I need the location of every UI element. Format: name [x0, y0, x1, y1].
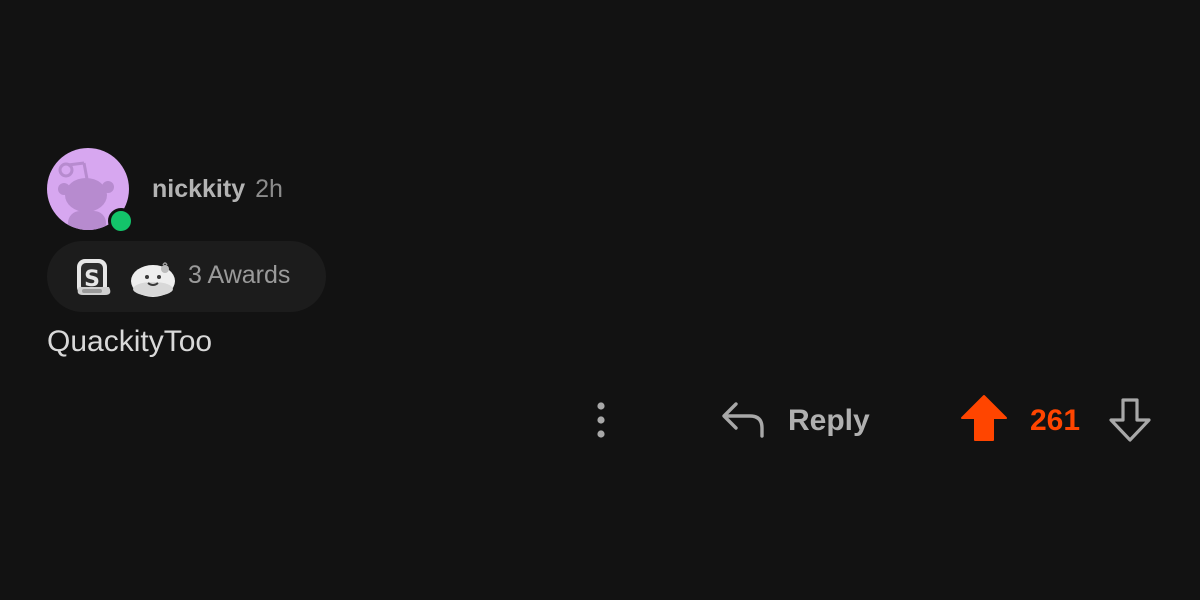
- comment-author[interactable]: nickkity: [152, 175, 245, 203]
- online-status-indicator: [108, 208, 134, 234]
- awards-pill[interactable]: S 3 Awards: [47, 241, 326, 312]
- more-options-button[interactable]: [584, 398, 618, 442]
- comment-timestamp: 2h: [255, 175, 283, 203]
- comment-body: QuackityToo: [47, 325, 213, 358]
- upvote-button[interactable]: [958, 394, 1010, 446]
- reply-label: Reply: [788, 404, 870, 437]
- wholesome-seal-award-icon: [129, 255, 177, 304]
- comment-meta: nickkity 2h: [152, 174, 283, 204]
- vote-score: 261: [1030, 404, 1081, 437]
- downvote-button[interactable]: [1104, 394, 1156, 446]
- upvote-arrow-icon: [961, 395, 1007, 441]
- silver-award-icon: S: [71, 255, 117, 304]
- reply-arrow-icon: [718, 400, 766, 445]
- awards-count-label: 3 Awards: [188, 261, 291, 289]
- reply-button[interactable]: Reply: [712, 396, 882, 444]
- downvote-arrow-icon: [1109, 398, 1151, 442]
- comment-container: nickkity 2h S 3 Awards QuackityToo Reply…: [0, 0, 1200, 600]
- more-vertical-icon: [597, 402, 605, 438]
